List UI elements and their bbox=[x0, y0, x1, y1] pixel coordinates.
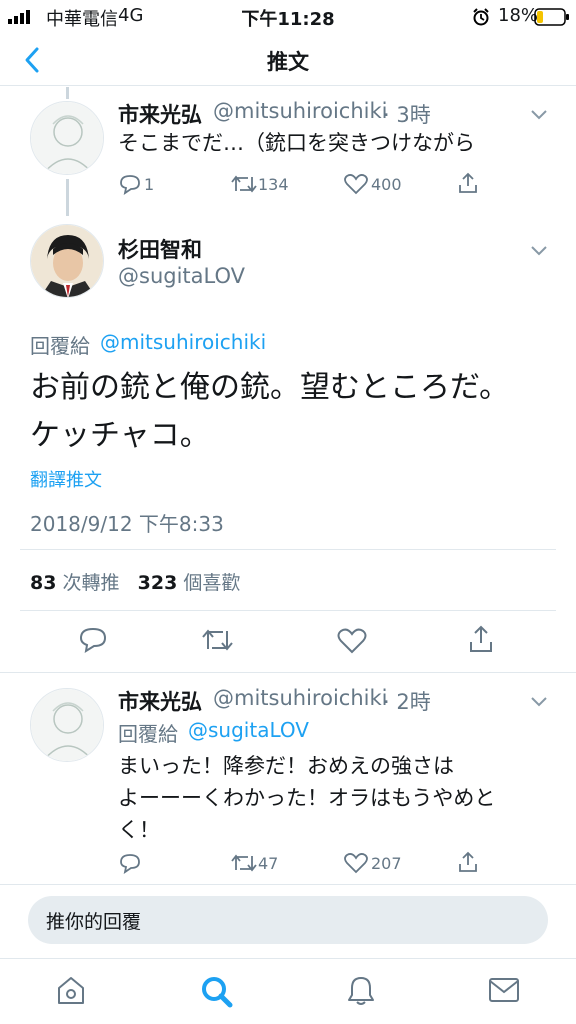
reply-to-label: 回覆給 bbox=[118, 722, 178, 746]
avatar[interactable] bbox=[30, 688, 104, 762]
status-bar: 中華電信 4G 下午11:28 18% bbox=[0, 0, 576, 34]
battery-percent: 18% bbox=[498, 5, 539, 26]
navigation-header: 推文 bbox=[0, 34, 576, 86]
reply-to-handle[interactable]: @sugitaLOV bbox=[188, 718, 309, 742]
tweet-text-line: まいった！降参だ！おめえの強さは bbox=[118, 754, 454, 778]
share-icon[interactable] bbox=[456, 171, 480, 195]
retweet-icon[interactable] bbox=[230, 852, 258, 874]
thread-line bbox=[66, 179, 69, 216]
tweet-time: · 2時 bbox=[383, 690, 431, 714]
divider bbox=[20, 610, 556, 611]
like-count: 207 bbox=[371, 854, 402, 873]
alarm-icon bbox=[473, 8, 489, 26]
battery-icon bbox=[534, 8, 569, 26]
author-name[interactable]: 市来光弘 bbox=[118, 99, 202, 129]
tweet-time: · 3時 bbox=[383, 103, 431, 127]
tweet-text: そこまでだ…（銃口を突きつけながら bbox=[118, 131, 475, 155]
retweet-total-label: 次轉推 bbox=[62, 572, 120, 594]
author-handle[interactable]: @mitsuhiroichiki bbox=[213, 686, 387, 710]
reply-count: 1 bbox=[144, 175, 155, 194]
mail-icon[interactable] bbox=[488, 977, 520, 1003]
reply-placeholder: 推你的回覆 bbox=[46, 911, 142, 933]
page-title: 推文 bbox=[267, 50, 309, 74]
retweet-count: 47 bbox=[258, 854, 279, 873]
bell-icon[interactable] bbox=[346, 975, 376, 1007]
heart-icon[interactable] bbox=[336, 627, 368, 655]
reply-to-handle[interactable]: @mitsuhiroichiki bbox=[100, 330, 266, 354]
retweet-total: 83 bbox=[30, 572, 57, 594]
tweet-timestamp: 2018/9/12 下午8:33 bbox=[30, 512, 224, 536]
heart-icon[interactable] bbox=[343, 852, 369, 874]
divider bbox=[20, 549, 556, 550]
search-icon[interactable] bbox=[200, 975, 234, 1009]
reply-icon[interactable] bbox=[78, 626, 108, 654]
translate-link[interactable]: 翻譯推文 bbox=[30, 466, 102, 492]
thread-line bbox=[66, 87, 69, 99]
chevron-down-icon[interactable] bbox=[530, 696, 548, 708]
parent-tweet[interactable]: 市来光弘 @mitsuhiroichiki · 3時 そこまでだ…（銃口を突きつ… bbox=[0, 87, 576, 216]
reply-tweet[interactable]: 市来光弘 @mitsuhiroichiki · 2時 回覆給 @sugitaLO… bbox=[0, 674, 576, 884]
author-handle[interactable]: @sugitaLOV bbox=[118, 264, 245, 288]
retweet-count: 134 bbox=[258, 175, 289, 194]
reply-to-label: 回覆給 bbox=[30, 334, 90, 358]
author-name[interactable]: 杉田智和 bbox=[118, 234, 202, 264]
tweet-text-line: ケッチャコ。 bbox=[30, 418, 210, 453]
chevron-down-icon[interactable] bbox=[530, 245, 548, 257]
reply-icon[interactable] bbox=[118, 173, 142, 195]
avatar[interactable] bbox=[30, 224, 104, 298]
bottom-tab-bar bbox=[0, 958, 576, 1024]
tweet-text-line: よーーーくわかった！オラはもうやめと bbox=[118, 786, 496, 810]
retweet-icon[interactable] bbox=[230, 173, 258, 195]
like-total-label: 個喜歡 bbox=[183, 572, 241, 594]
author-name[interactable]: 市来光弘 bbox=[118, 686, 202, 716]
heart-icon[interactable] bbox=[343, 173, 369, 195]
share-icon[interactable] bbox=[456, 850, 480, 874]
engagement-stats[interactable]: 83 次轉推 323 個喜歡 bbox=[30, 568, 240, 595]
reply-input[interactable]: 推你的回覆 bbox=[28, 896, 548, 944]
divider bbox=[0, 672, 576, 673]
like-total: 323 bbox=[137, 572, 178, 594]
author-handle[interactable]: @mitsuhiroichiki bbox=[213, 99, 387, 123]
reply-icon[interactable] bbox=[118, 852, 142, 874]
retweet-icon[interactable] bbox=[200, 626, 234, 654]
chevron-down-icon[interactable] bbox=[530, 109, 548, 121]
tweet-text-line: お前の銃と俺の銃。望むところだ。 bbox=[30, 370, 510, 405]
avatar[interactable] bbox=[30, 101, 104, 175]
tweet-text-line: く！ bbox=[118, 818, 160, 842]
like-count: 400 bbox=[371, 175, 402, 194]
divider bbox=[0, 884, 576, 885]
share-icon[interactable] bbox=[466, 624, 496, 654]
main-tweet: 杉田智和 @sugitaLOV 回覆給 @mitsuhiroichiki お前の… bbox=[0, 216, 576, 673]
home-icon[interactable] bbox=[56, 975, 86, 1007]
